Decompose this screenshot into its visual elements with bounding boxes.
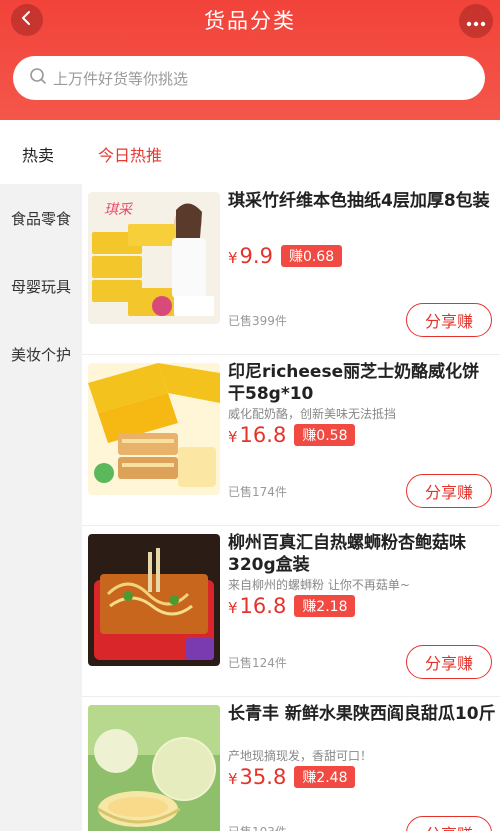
product-price: ¥35.8 <box>228 765 287 789</box>
search-input[interactable]: 上万件好货等你挑选 <box>13 56 485 100</box>
svg-text:琪采: 琪采 <box>104 202 134 218</box>
earn-badge: 赚0.68 <box>280 245 343 267</box>
header-bar: 货品分类 上万件好货等你挑选 <box>0 0 500 120</box>
price-row: ¥35.8 赚2.48 <box>228 765 356 789</box>
tab-bar: 热卖 今日热推 <box>0 120 500 184</box>
earn-badge: 赚0.58 <box>294 424 356 446</box>
product-price: ¥16.8 <box>228 594 287 618</box>
product-price: ¥16.8 <box>228 423 287 447</box>
product-title: 柳州百真汇自热螺蛳粉杏鲍菇味320g盒装 <box>228 533 466 575</box>
product-card[interactable]: 长青丰 新鲜水果陕西阎良甜瓜10斤 产地现摘现发，香甜可口！ ¥35.8 赚2.… <box>82 697 500 831</box>
page-title: 货品分类 <box>204 9 296 33</box>
sold-count: 已售103件 <box>228 823 287 831</box>
share-earn-button[interactable]: 分享赚 <box>406 645 492 679</box>
price-row: ¥9.9 赚0.68 <box>228 244 343 268</box>
product-image <box>88 534 220 666</box>
share-earn-button[interactable]: 分享赚 <box>406 303 492 337</box>
share-earn-button[interactable]: 分享赚 <box>406 474 492 508</box>
product-price: ¥9.9 <box>228 244 273 268</box>
product-subtitle: 威化配奶酪，创新美味无法抵挡 <box>228 407 397 421</box>
product-image <box>88 363 220 495</box>
earn-badge: 赚2.18 <box>294 595 356 617</box>
sidebar-item-baby-toys[interactable]: 母婴玩具 <box>0 276 82 297</box>
sold-count: 已售399件 <box>228 314 287 328</box>
earn-badge: 赚2.48 <box>294 766 356 788</box>
product-card[interactable]: 琪采 琪采竹纤维本色抽纸4层加厚8包装 ¥9.9 赚0.68 已售399件 分享… <box>82 184 500 354</box>
more-button[interactable] <box>459 4 493 38</box>
product-card[interactable]: 柳州百真汇自热螺蛳粉杏鲍菇味320g盒装 来自柳州的螺蛳粉 让你不再菇单~ ¥1… <box>82 526 500 696</box>
sold-count: 已售124件 <box>228 656 287 670</box>
share-earn-button[interactable]: 分享赚 <box>406 816 492 831</box>
search-icon <box>29 67 47 89</box>
tab-today-recommend[interactable]: 今日热推 <box>98 142 162 166</box>
product-image <box>88 705 220 831</box>
sold-count: 已售174件 <box>228 485 287 499</box>
more-dots-icon <box>466 12 486 31</box>
search-placeholder: 上万件好货等你挑选 <box>53 69 189 88</box>
category-sidebar: 食品零食 母婴玩具 美妆个护 <box>0 184 82 831</box>
product-subtitle: 产地现摘现发，香甜可口！ <box>228 749 373 763</box>
sidebar-item-snacks[interactable]: 食品零食 <box>0 208 82 229</box>
price-row: ¥16.8 赚2.18 <box>228 594 356 618</box>
product-image: 琪采 <box>88 192 220 324</box>
tab-hot-sale[interactable]: 热卖 <box>22 142 54 166</box>
product-title: 琪采竹纤维本色抽纸4层加厚8包装 <box>228 191 490 211</box>
sidebar-item-beauty[interactable]: 美妆个护 <box>0 344 82 365</box>
product-card[interactable]: 印尼richeese丽芝士奶酪威化饼干58g*10 威化配奶酪，创新美味无法抵挡… <box>82 355 500 525</box>
product-list: 琪采 琪采竹纤维本色抽纸4层加厚8包装 ¥9.9 赚0.68 已售399件 分享… <box>82 184 500 831</box>
product-subtitle: 来自柳州的螺蛳粉 让你不再菇单~ <box>228 578 410 592</box>
price-row: ¥16.8 赚0.58 <box>228 423 356 447</box>
product-title: 长青丰 新鲜水果陕西阎良甜瓜10斤 <box>228 704 496 724</box>
product-title: 印尼richeese丽芝士奶酪威化饼干58g*10 <box>228 362 480 404</box>
